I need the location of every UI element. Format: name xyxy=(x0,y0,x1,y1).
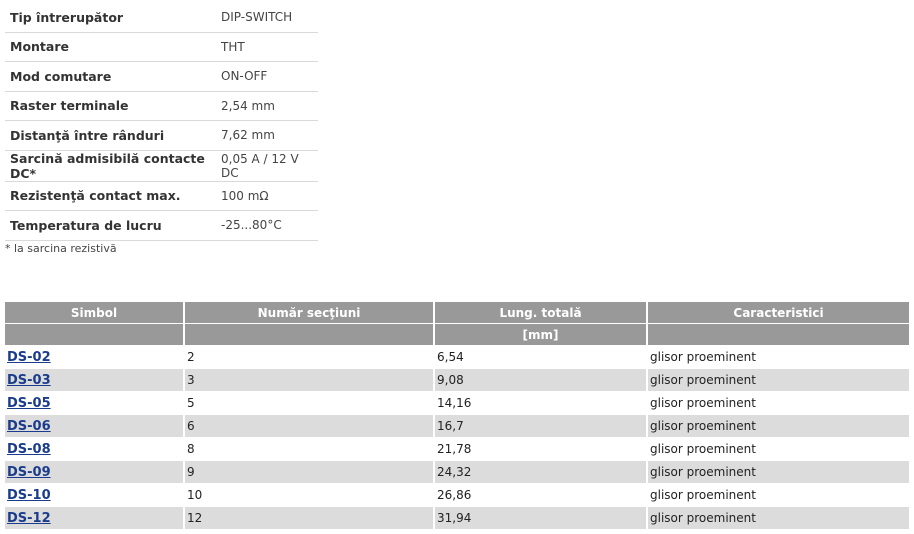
table-row: DS-09 9 24,32 glisor proeminent xyxy=(5,461,909,484)
length-cell: 26,86 xyxy=(435,484,648,507)
spec-label: Mod comutare xyxy=(5,61,217,92)
spec-value: 2,54 mm xyxy=(217,91,318,121)
symbol-cell: DS-02 xyxy=(5,346,185,369)
product-link[interactable]: DS-05 xyxy=(7,396,51,411)
product-link[interactable]: DS-02 xyxy=(7,350,51,365)
header-row: Simbol Număr secţiuni Lung. totală Carac… xyxy=(5,302,909,324)
length-cell: 21,78 xyxy=(435,438,648,461)
spec-value: 100 mΩ xyxy=(217,181,318,211)
sections-cell: 10 xyxy=(185,484,435,507)
spec-label: Distanţă între rânduri xyxy=(5,120,217,151)
feature-cell: glisor proeminent xyxy=(648,461,909,484)
column-header-features: Caracteristici xyxy=(648,302,909,324)
table-row: DS-12 12 31,94 glisor proeminent xyxy=(5,507,909,530)
sections-cell: 9 xyxy=(185,461,435,484)
table-row: DS-06 6 16,7 glisor proeminent xyxy=(5,415,909,438)
spec-value: -25...80°C xyxy=(217,210,318,241)
length-cell: 24,32 xyxy=(435,461,648,484)
spec-value: THT xyxy=(217,32,318,62)
feature-cell: glisor proeminent xyxy=(648,484,909,507)
sections-cell: 12 xyxy=(185,507,435,530)
symbol-cell: DS-12 xyxy=(5,507,185,530)
spec-value: DIP-SWITCH xyxy=(217,3,318,33)
spec-row: Raster terminale 2,54 mm xyxy=(5,91,318,121)
symbol-cell: DS-03 xyxy=(5,369,185,392)
column-header-length: Lung. totală xyxy=(435,302,648,324)
product-link[interactable]: DS-12 xyxy=(7,511,51,526)
table-row: DS-08 8 21,78 glisor proeminent xyxy=(5,438,909,461)
spec-row: Distanţă între rânduri 7,62 mm xyxy=(5,120,318,151)
spec-row: Rezistenţă contact max. 100 mΩ xyxy=(5,181,318,211)
sections-cell: 3 xyxy=(185,369,435,392)
symbol-cell: DS-06 xyxy=(5,415,185,438)
feature-cell: glisor proeminent xyxy=(648,415,909,438)
feature-cell: glisor proeminent xyxy=(648,346,909,369)
feature-cell: glisor proeminent xyxy=(648,392,909,415)
table-row: DS-03 3 9,08 glisor proeminent xyxy=(5,369,909,392)
spec-row: Sarcină admisibilă contacte DC* 0,05 A / … xyxy=(5,150,318,182)
footnote: * la sarcina rezistivă xyxy=(5,242,117,255)
feature-cell: glisor proeminent xyxy=(648,507,909,530)
units-row: [mm] xyxy=(5,324,909,346)
spec-row: Mod comutare ON-OFF xyxy=(5,61,318,92)
spec-label: Montare xyxy=(5,32,217,62)
table-row: DS-10 10 26,86 glisor proeminent xyxy=(5,484,909,507)
product-link[interactable]: DS-03 xyxy=(7,373,51,388)
sections-cell: 8 xyxy=(185,438,435,461)
length-cell: 9,08 xyxy=(435,369,648,392)
product-table: Simbol Număr secţiuni Lung. totală Carac… xyxy=(5,302,909,530)
sections-cell: 2 xyxy=(185,346,435,369)
product-link[interactable]: DS-08 xyxy=(7,442,51,457)
spec-label: Sarcină admisibilă contacte DC* xyxy=(5,150,217,182)
table-row: DS-02 2 6,54 glisor proeminent xyxy=(5,346,909,369)
length-cell: 16,7 xyxy=(435,415,648,438)
unit-cell xyxy=(185,324,435,346)
spec-row: Tip întrerupător DIP-SWITCH xyxy=(5,3,318,33)
spec-label: Raster terminale xyxy=(5,91,217,121)
product-link[interactable]: DS-09 xyxy=(7,465,51,480)
sections-cell: 6 xyxy=(185,415,435,438)
spec-value: 7,62 mm xyxy=(217,120,318,151)
feature-cell: glisor proeminent xyxy=(648,438,909,461)
product-link[interactable]: DS-10 xyxy=(7,488,51,503)
symbol-cell: DS-05 xyxy=(5,392,185,415)
length-cell: 14,16 xyxy=(435,392,648,415)
spec-value: 0,05 A / 12 V DC xyxy=(217,150,318,182)
unit-cell xyxy=(5,324,185,346)
spec-label: Tip întrerupător xyxy=(5,3,217,33)
sections-cell: 5 xyxy=(185,392,435,415)
symbol-cell: DS-10 xyxy=(5,484,185,507)
feature-cell: glisor proeminent xyxy=(648,369,909,392)
length-cell: 6,54 xyxy=(435,346,648,369)
column-header-sections: Număr secţiuni xyxy=(185,302,435,324)
column-header-symbol: Simbol xyxy=(5,302,185,324)
unit-cell xyxy=(648,324,909,346)
spec-value: ON-OFF xyxy=(217,61,318,92)
length-cell: 31,94 xyxy=(435,507,648,530)
product-link[interactable]: DS-06 xyxy=(7,419,51,434)
specs-table: Tip întrerupător DIP-SWITCH Montare THT Mo… xyxy=(5,3,318,241)
table-row: DS-05 5 14,16 glisor proeminent xyxy=(5,392,909,415)
spec-row: Temperatura de lucru -25...80°C xyxy=(5,210,318,241)
spec-row: Montare THT xyxy=(5,32,318,62)
symbol-cell: DS-09 xyxy=(5,461,185,484)
spec-label: Rezistenţă contact max. xyxy=(5,181,217,211)
unit-cell: [mm] xyxy=(435,324,648,346)
symbol-cell: DS-08 xyxy=(5,438,185,461)
spec-label: Temperatura de lucru xyxy=(5,210,217,241)
